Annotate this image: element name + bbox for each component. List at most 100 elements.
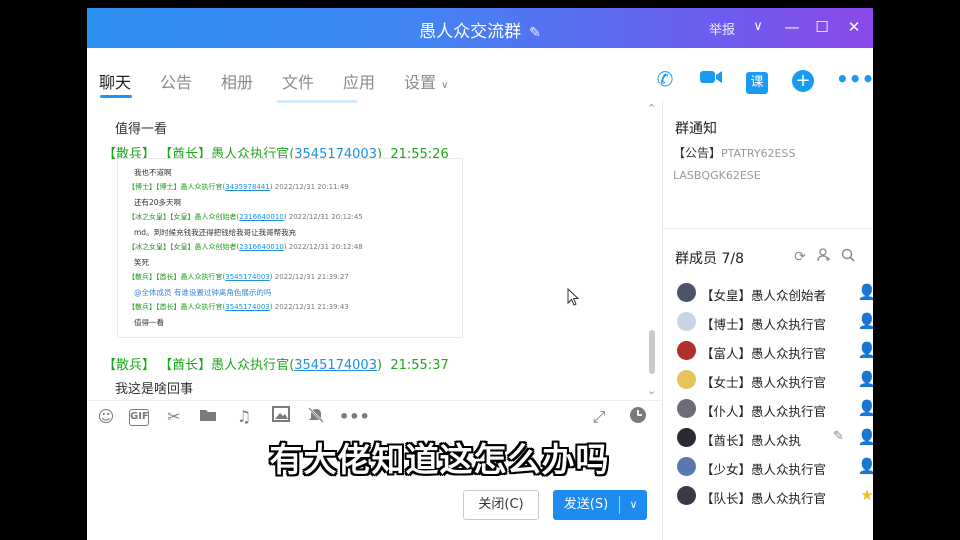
folder-icon[interactable] — [197, 406, 219, 428]
member-item[interactable]: 【富人】愚人众执行官 👤 — [677, 339, 873, 363]
dropdown-chevron-icon[interactable]: ∨ — [747, 16, 769, 38]
member-icon: 👤 — [857, 399, 873, 417]
edit-card-icon[interactable]: ✎ — [833, 429, 844, 444]
member-item[interactable]: 【队长】愚人众执行官 ★ — [677, 484, 873, 508]
member-label: 【博士】愚人众执行官 — [701, 317, 827, 332]
member-label: 【仆人】愚人众执行官 — [701, 404, 827, 419]
sender-title: 【酋长】 — [159, 358, 212, 373]
tab-files[interactable]: 文件 — [282, 69, 314, 93]
owner-star-icon: ★ — [860, 486, 873, 504]
members-title: 群成员 7/8 — [675, 251, 744, 267]
forwarded-text: md。到时候充钱我还得把钱给我哥让我哥帮我充 — [134, 228, 297, 237]
scissors-icon[interactable]: ✂ — [163, 406, 185, 428]
maximize-icon[interactable]: ☐ — [811, 16, 833, 38]
chat-scrollbar[interactable] — [649, 330, 655, 374]
forwarded-text: 还有20多天啊 — [134, 198, 182, 207]
edit-title-icon[interactable]: ✎ — [529, 25, 541, 41]
more-icon[interactable]: ••• — [339, 406, 370, 428]
mute-icon[interactable] — [305, 406, 327, 428]
forwarded-header: 【散兵】【酋长】愚人众执行官(3545174003) 2022/12/31 21… — [128, 303, 349, 311]
member-item[interactable]: 【博士】愚人众执行官 👤 — [677, 310, 873, 334]
avatar — [677, 341, 696, 360]
emoji-icon[interactable]: ☺ — [95, 406, 117, 428]
avatar — [677, 486, 696, 505]
title-bar: 愚人众交流群 ✎ 举报 ∨ — ☐ ✕ — [87, 8, 873, 48]
tab-settings-label: 设置 — [404, 73, 437, 92]
forwarded-header: 【冰之女皇】【女皇】愚人众创始者(2316640010) 2022/12/31 … — [128, 213, 363, 221]
video-subtitle: 有大佬知道这怎么办吗 — [269, 440, 610, 479]
tab-chat[interactable]: 聊天 — [99, 69, 131, 93]
admin-icon: 👤 — [857, 370, 873, 388]
notice-line-2: LASBQGK62ESE — [673, 169, 761, 182]
expand-icon[interactable]: ⤢ — [588, 406, 610, 428]
scroll-up-icon[interactable]: ⌃ — [647, 102, 656, 115]
member-label: 【富人】愚人众执行官 — [701, 346, 827, 361]
toolbar: 聊天 公告 相册 文件 应用 设置 ∨ ✆ 课 + ••• — [87, 48, 873, 100]
sender-name[interactable]: 愚人众执行官 — [211, 358, 289, 373]
forwarded-mention: @全体成员 有谁设置过钟离角色展示的吗 — [134, 288, 272, 297]
message-sender: 【散兵】 【酋长】愚人众执行官(3545174003) 21:55:37 — [103, 358, 449, 373]
sender-qq[interactable]: 3545174003 — [294, 358, 377, 373]
add-icon[interactable]: + — [790, 66, 816, 92]
owner-icon: 👤 — [857, 283, 873, 301]
tab-settings[interactable]: 设置 ∨ — [404, 69, 448, 93]
window-title: 愚人众交流群 — [419, 22, 522, 42]
gif-icon[interactable]: GIF — [129, 409, 149, 426]
message-text: 值得一看 — [115, 122, 168, 137]
image-icon[interactable] — [270, 406, 292, 428]
message-text: 我这是啥回事 — [115, 382, 194, 397]
forwarded-text: 值得一看 — [134, 318, 164, 327]
member-item[interactable]: 【女士】愚人众执行官 👤 — [677, 368, 873, 392]
send-button-label: 发送(S) — [563, 497, 609, 512]
member-item[interactable]: 【女皇】愚人众创始者 👤 — [677, 281, 873, 305]
tab-apps[interactable]: 应用 — [343, 69, 375, 93]
member-icon: 👤 — [857, 457, 873, 475]
message-time: 21:55:37 — [390, 358, 449, 373]
forwarded-text: 我也不道啊 — [134, 168, 172, 177]
notice-line-1: PTATRY62ESS — [721, 147, 796, 160]
more-options-icon[interactable]: ••• — [836, 66, 873, 92]
forwarded-header: 【博士】【博士】愚人众执行官(3435978441) 2022/12/31 20… — [128, 183, 349, 191]
top-fade — [277, 100, 357, 103]
notice-label: 【公告】 — [673, 146, 722, 160]
notice-body[interactable]: 【公告】PTATRY62ESS LASBQGK62ESE — [673, 142, 863, 187]
avatar — [677, 312, 696, 331]
forwarded-header: 【散兵】【酋长】愚人众执行官(3545174003) 2022/12/31 21… — [128, 273, 349, 281]
report-button[interactable]: 举报 — [709, 19, 735, 38]
course-icon[interactable]: 课 — [744, 66, 770, 94]
send-button[interactable]: 发送(S) ∨ — [553, 490, 647, 520]
admin-icon: 👤 — [857, 312, 873, 330]
forwarded-header: 【冰之女皇】【女皇】愚人众创始者(2316640010) 2022/12/31 … — [128, 243, 363, 251]
member-icon: 👤 — [857, 341, 873, 359]
side-divider — [663, 228, 873, 229]
close-icon[interactable]: ✕ — [843, 16, 865, 38]
phone-icon[interactable]: ✆ — [652, 66, 678, 92]
search-member-icon[interactable] — [839, 248, 857, 266]
notice-title: 群通知 — [675, 121, 717, 137]
member-icon: 👤 — [857, 428, 873, 446]
member-refresh-icon[interactable]: ⟳ — [791, 248, 809, 266]
member-item[interactable]: 【仆人】愚人众执行官 👤 — [677, 397, 873, 421]
tab-announcement[interactable]: 公告 — [160, 69, 192, 93]
chat-window: 愚人众交流群 ✎ 举报 ∨ — ☐ ✕ 聊天 公告 相册 文件 应用 设置 ∨ ✆… — [87, 8, 873, 540]
course-icon-label: 课 — [746, 72, 768, 94]
add-member-icon[interactable] — [815, 248, 833, 266]
send-options-chevron-icon[interactable]: ∨ — [620, 490, 647, 520]
member-label: 【队长】愚人众执行官 — [701, 491, 827, 506]
member-label: 【女皇】愚人众创始者 — [701, 288, 827, 303]
forwarded-screenshot[interactable]: 我也不道啊 【博士】【博士】愚人众执行官(3435978441) 2022/12… — [117, 158, 463, 338]
chevron-down-icon: ∨ — [441, 80, 449, 91]
avatar — [677, 399, 696, 418]
forwarded-text: 笑死 — [134, 258, 149, 267]
tab-album[interactable]: 相册 — [221, 69, 253, 93]
member-label: 【女士】愚人众执行官 — [701, 375, 827, 390]
video-icon[interactable] — [698, 66, 724, 92]
scroll-down-icon[interactable]: ⌄ — [647, 384, 656, 397]
history-icon[interactable] — [627, 406, 649, 428]
active-tab-indicator — [100, 95, 132, 98]
close-button[interactable]: 关闭(C) — [463, 490, 539, 520]
avatar — [677, 370, 696, 389]
minimize-icon[interactable]: — — [781, 16, 803, 38]
music-icon[interactable]: ♫ — [233, 406, 255, 428]
mouse-cursor-icon — [567, 288, 579, 306]
